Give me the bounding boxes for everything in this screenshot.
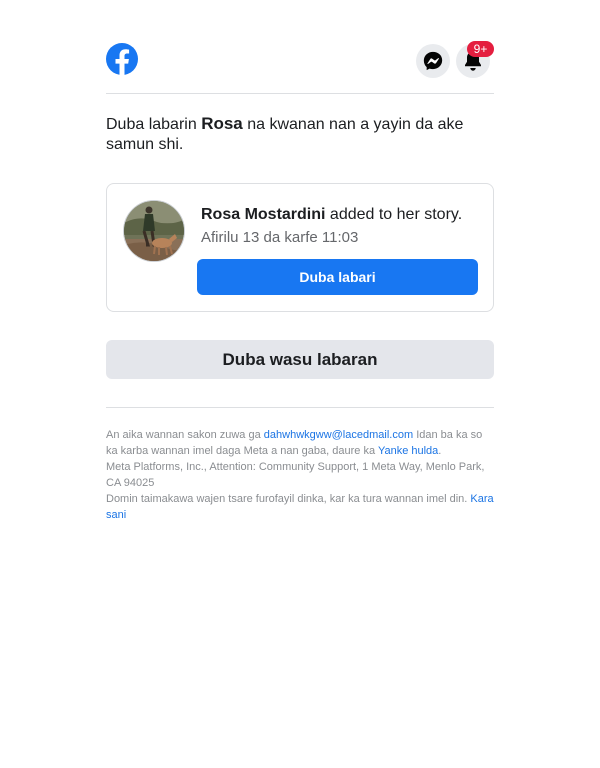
unsubscribe-link[interactable]: Yanke hulda [378, 445, 438, 457]
story-description: Rosa Mostardini added to her story. [201, 205, 462, 225]
notification-count-badge: 9+ [467, 41, 494, 57]
avatar-photo [124, 201, 184, 261]
footer-divider [106, 407, 494, 408]
facebook-logo-icon[interactable] [106, 43, 138, 75]
footer-period: . [438, 445, 442, 457]
footer-address: Meta Platforms, Inc., Attention: Communi… [106, 461, 485, 489]
footer-security-notice: Domin taimakawa wajen tsare furofayil di… [106, 491, 494, 523]
footer-security-text: Domin taimakawa wajen tsare furofayil di… [106, 493, 468, 505]
messenger-icon [423, 51, 443, 71]
story-author-avatar[interactable] [123, 200, 185, 262]
view-story-button[interactable]: Duba labari [197, 259, 478, 295]
footer-sent-to-text: An aika wannan sakon zuwa ga [106, 429, 261, 441]
story-timestamp: Afirilu 13 da karfe 11:03 [201, 229, 359, 246]
story-author-name[interactable]: Rosa Mostardini [201, 206, 325, 223]
intro-name: Rosa [201, 114, 243, 133]
view-more-stories-button[interactable]: Duba wasu labaran [106, 340, 494, 379]
story-card: Rosa Mostardini added to her story. Afir… [106, 183, 494, 312]
recipient-email-link[interactable]: dahwhwkgww@lacedmail.com [264, 429, 413, 441]
email-header: 9+ [106, 41, 494, 79]
header-divider [106, 93, 494, 94]
story-action-text: added to her story. [329, 206, 463, 223]
messenger-button[interactable] [416, 44, 450, 78]
intro-prefix: Duba labarin [106, 116, 197, 133]
email-footer: An aika wannan sakon zuwa ga dahwhwkgww@… [106, 427, 494, 523]
footer-recipient-notice: An aika wannan sakon zuwa ga dahwhwkgww@… [106, 427, 494, 459]
intro-text: Duba labarin Rosa na kwanan nan a yayin … [106, 114, 494, 155]
